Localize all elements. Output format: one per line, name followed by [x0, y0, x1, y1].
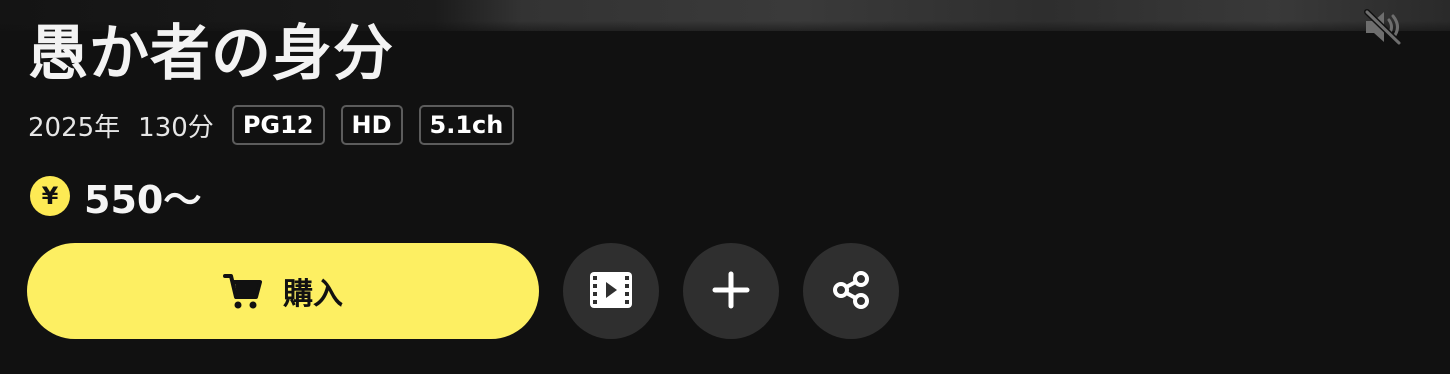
trailer-button[interactable] [563, 243, 659, 339]
share-button[interactable] [803, 243, 899, 339]
film-play-icon [589, 271, 633, 312]
buy-button-label: 購入 [283, 278, 343, 311]
yen-coin-icon: ¥ [30, 176, 70, 216]
rating-badge: PG12 [231, 105, 325, 145]
price-value: 550〜 [84, 177, 202, 222]
mute-toggle-button[interactable] [1360, 8, 1408, 50]
plus-icon [711, 270, 751, 313]
add-to-list-button[interactable] [683, 243, 779, 339]
buy-button[interactable]: 購入 [27, 243, 539, 339]
speaker-muted-icon [1362, 7, 1406, 51]
quality-badge: HD [340, 105, 403, 145]
audio-badge: 5.1ch [418, 105, 515, 145]
release-year: 2025年 [28, 112, 121, 143]
share-icon [831, 270, 871, 313]
page-title: 愚か者の身分 [28, 19, 394, 89]
price-row: ¥ 550〜 [30, 174, 201, 222]
detail-panel: 愚か者の身分 2025年 130分 PG12 HD 5.1ch ¥ 550〜 購… [0, 0, 1450, 374]
cart-icon [223, 271, 263, 311]
runtime: 130分 [138, 112, 214, 143]
meta-row: 2025年 130分 PG12 HD 5.1ch [28, 103, 530, 147]
